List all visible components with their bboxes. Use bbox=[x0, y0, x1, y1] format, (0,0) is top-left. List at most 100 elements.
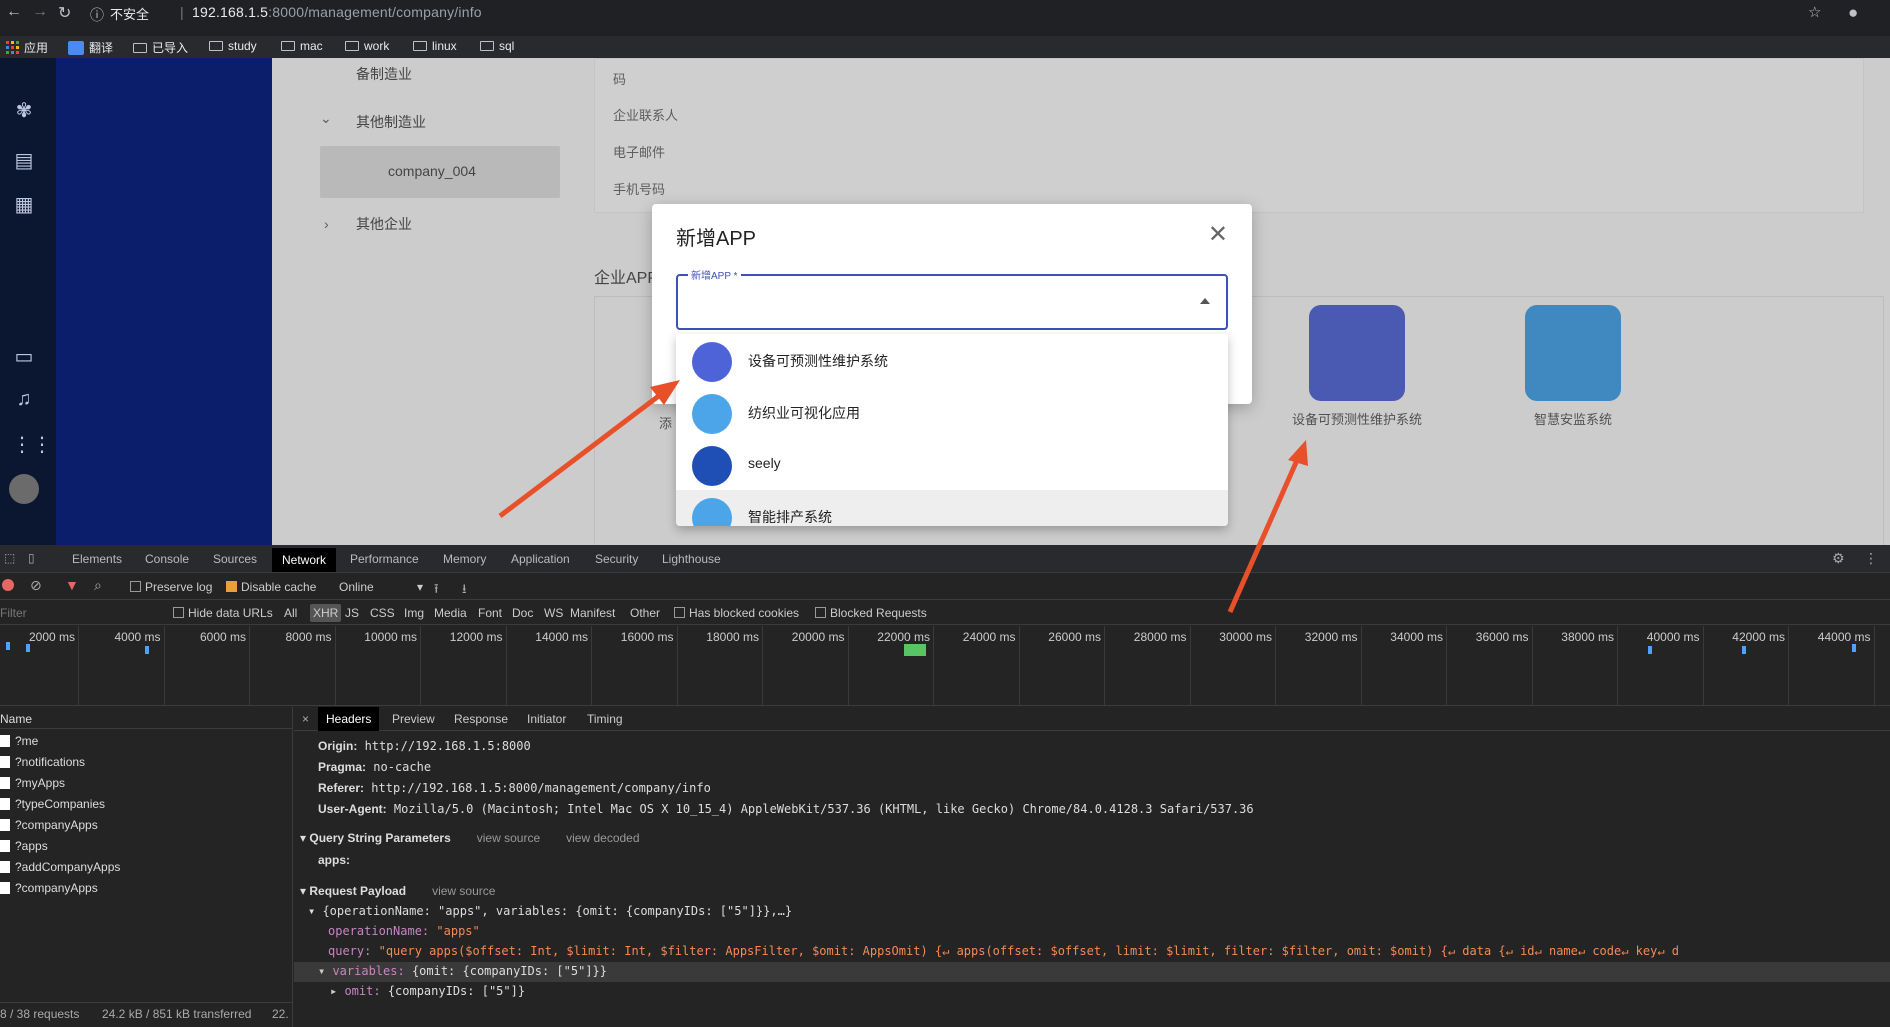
type-all[interactable]: All bbox=[284, 606, 297, 620]
view-source-link[interactable]: view source bbox=[432, 884, 495, 898]
table-row[interactable]: ?notifications bbox=[0, 752, 293, 773]
bookmark-apps[interactable]: 应用 bbox=[6, 39, 48, 56]
tab-performance[interactable]: Performance bbox=[350, 552, 419, 566]
type-css[interactable]: CSS bbox=[370, 606, 395, 620]
bookmark-translate[interactable]: 翻译 bbox=[68, 39, 113, 56]
filter-icon[interactable]: ▼ bbox=[65, 577, 79, 593]
tab-elements[interactable]: Elements bbox=[72, 552, 122, 566]
header-key: Pragma: bbox=[318, 760, 367, 774]
tab-headers[interactable]: Headers bbox=[318, 707, 380, 731]
view-decoded-link[interactable]: view decoded bbox=[566, 831, 639, 845]
checkbox[interactable] bbox=[130, 581, 141, 592]
bookmark-imported[interactable]: 已导入 bbox=[133, 39, 188, 56]
checkbox[interactable] bbox=[173, 607, 184, 618]
list-item[interactable]: 纺织业可视化应用 bbox=[676, 386, 1228, 438]
timeline-tick: 30000 ms bbox=[1219, 630, 1272, 644]
tab-timing[interactable]: Timing bbox=[587, 712, 623, 726]
filter-input[interactable]: Filter bbox=[0, 606, 27, 620]
hide-data-urls-checkbox[interactable]: Hide data URLs bbox=[173, 606, 273, 620]
document-icon[interactable]: ▦ bbox=[12, 192, 36, 216]
avatar[interactable] bbox=[9, 474, 39, 504]
bookmark-study[interactable]: study bbox=[209, 39, 257, 53]
payload-omit[interactable]: ▸ omit: {companyIDs: ["5"]} bbox=[330, 984, 525, 998]
star-icon[interactable]: ☆ bbox=[1808, 3, 1821, 21]
upload-icon[interactable]: ⭱ bbox=[434, 580, 439, 602]
info-icon[interactable]: ⓘ bbox=[90, 5, 104, 25]
device-icon[interactable]: ▯ bbox=[28, 551, 35, 565]
tab-application[interactable]: Application bbox=[511, 552, 570, 566]
type-media[interactable]: Media bbox=[434, 606, 467, 620]
list-item[interactable]: 智能排产系统 bbox=[676, 490, 1228, 526]
bookmark-mac[interactable]: mac bbox=[281, 39, 323, 53]
table-row[interactable]: ?apps bbox=[0, 836, 293, 857]
table-row[interactable]: ?companyApps bbox=[0, 878, 293, 899]
tab-sources[interactable]: Sources bbox=[213, 552, 257, 566]
tab-memory[interactable]: Memory bbox=[443, 552, 486, 566]
tab-preview[interactable]: Preview bbox=[392, 712, 435, 726]
tab-response[interactable]: Response bbox=[454, 712, 508, 726]
more-icon[interactable]: ⋮ bbox=[1864, 550, 1878, 567]
disable-cache-checkbox[interactable]: Disable cache bbox=[226, 580, 316, 594]
table-row[interactable]: ?me bbox=[0, 731, 293, 752]
throttle-select[interactable]: Online ▾ bbox=[339, 580, 423, 594]
payload-summary[interactable]: ▾ {operationName: "apps", variables: {om… bbox=[308, 904, 792, 918]
app-select-field[interactable]: 新增APP * bbox=[676, 267, 1228, 330]
checkbox[interactable] bbox=[226, 581, 237, 592]
network-timeline[interactable]: 2000 ms 4000 ms 6000 ms 8000 ms 10000 ms 1200… bbox=[0, 626, 1890, 706]
type-xhr[interactable]: XHR bbox=[310, 604, 342, 622]
back-icon[interactable]: ← bbox=[6, 3, 22, 21]
preserve-log-checkbox[interactable]: Preserve log bbox=[130, 580, 212, 594]
list-item[interactable]: 设备可预测性维护系统 bbox=[676, 334, 1228, 386]
qsp-section[interactable]: ▾ Query String Parameters view source view… bbox=[300, 831, 640, 845]
search-icon[interactable]: ⌕ bbox=[94, 577, 102, 594]
close-icon[interactable]: × bbox=[302, 712, 309, 726]
message-icon[interactable]: ▭ bbox=[12, 344, 36, 368]
timeline-gridline bbox=[762, 626, 763, 706]
table-row[interactable]: ?addCompanyApps bbox=[0, 857, 293, 878]
blocked-requests-checkbox[interactable]: Blocked Requests bbox=[815, 606, 927, 620]
download-icon[interactable]: ⭳ bbox=[462, 580, 467, 602]
security-label[interactable]: 不安全 bbox=[110, 4, 149, 23]
list-item[interactable]: seely bbox=[676, 438, 1228, 490]
close-icon[interactable]: ✕ bbox=[1208, 220, 1228, 249]
checkbox[interactable] bbox=[674, 607, 685, 618]
table-row[interactable]: ?companyApps bbox=[0, 815, 293, 836]
forward-icon[interactable]: → bbox=[32, 3, 48, 21]
table-row[interactable]: ?typeCompanies bbox=[0, 794, 293, 815]
reload-icon[interactable]: ↻ bbox=[58, 3, 71, 23]
timeline-gridline bbox=[505, 626, 507, 706]
type-other[interactable]: Other bbox=[630, 606, 660, 620]
name-column-header[interactable]: Name bbox=[0, 707, 293, 729]
payload-variables[interactable]: ▾ variables: {omit: {companyIDs: ["5"]}} bbox=[294, 962, 1890, 982]
tab-lighthouse[interactable]: Lighthouse bbox=[662, 552, 721, 566]
bookmark-sql[interactable]: sql bbox=[480, 39, 514, 53]
table-row[interactable]: ?myApps bbox=[0, 773, 293, 794]
url-field[interactable]: 192.168.1.5:8000/management/company/info bbox=[192, 4, 482, 20]
bell-icon[interactable]: ♫ bbox=[12, 388, 36, 410]
type-ws[interactable]: WS bbox=[544, 606, 563, 620]
view-source-link[interactable]: view source bbox=[477, 831, 540, 845]
record-icon[interactable] bbox=[2, 579, 14, 591]
store-icon[interactable]: ▤ bbox=[12, 148, 36, 172]
checkbox[interactable] bbox=[815, 607, 826, 618]
inspect-icon[interactable]: ⬚ bbox=[4, 551, 15, 565]
caret-up-icon[interactable] bbox=[1200, 298, 1210, 304]
gear-icon[interactable]: ⚙ bbox=[1832, 550, 1845, 567]
tab-console[interactable]: Console bbox=[145, 552, 189, 566]
tab-security[interactable]: Security bbox=[595, 552, 638, 566]
type-js[interactable]: JS bbox=[345, 606, 359, 620]
type-manifest[interactable]: Manifest bbox=[570, 606, 615, 620]
type-font[interactable]: Font bbox=[478, 606, 502, 620]
type-img[interactable]: Img bbox=[404, 606, 424, 620]
apps-icon[interactable]: ⋮⋮ bbox=[12, 432, 52, 456]
tab-initiator[interactable]: Initiator bbox=[527, 712, 566, 726]
bookmark-linux[interactable]: linux bbox=[413, 39, 457, 53]
app-select-input[interactable] bbox=[678, 276, 1198, 328]
profile-icon[interactable]: ● bbox=[1848, 3, 1858, 23]
blocked-cookies-checkbox[interactable]: Has blocked cookies bbox=[674, 606, 799, 620]
clear-icon[interactable]: ⊘ bbox=[30, 577, 42, 594]
bookmark-work[interactable]: work bbox=[345, 39, 389, 53]
type-doc[interactable]: Doc bbox=[512, 606, 533, 620]
payload-section[interactable]: ▾ Request Payload view source bbox=[300, 884, 495, 898]
tab-network[interactable]: Network bbox=[272, 548, 337, 572]
